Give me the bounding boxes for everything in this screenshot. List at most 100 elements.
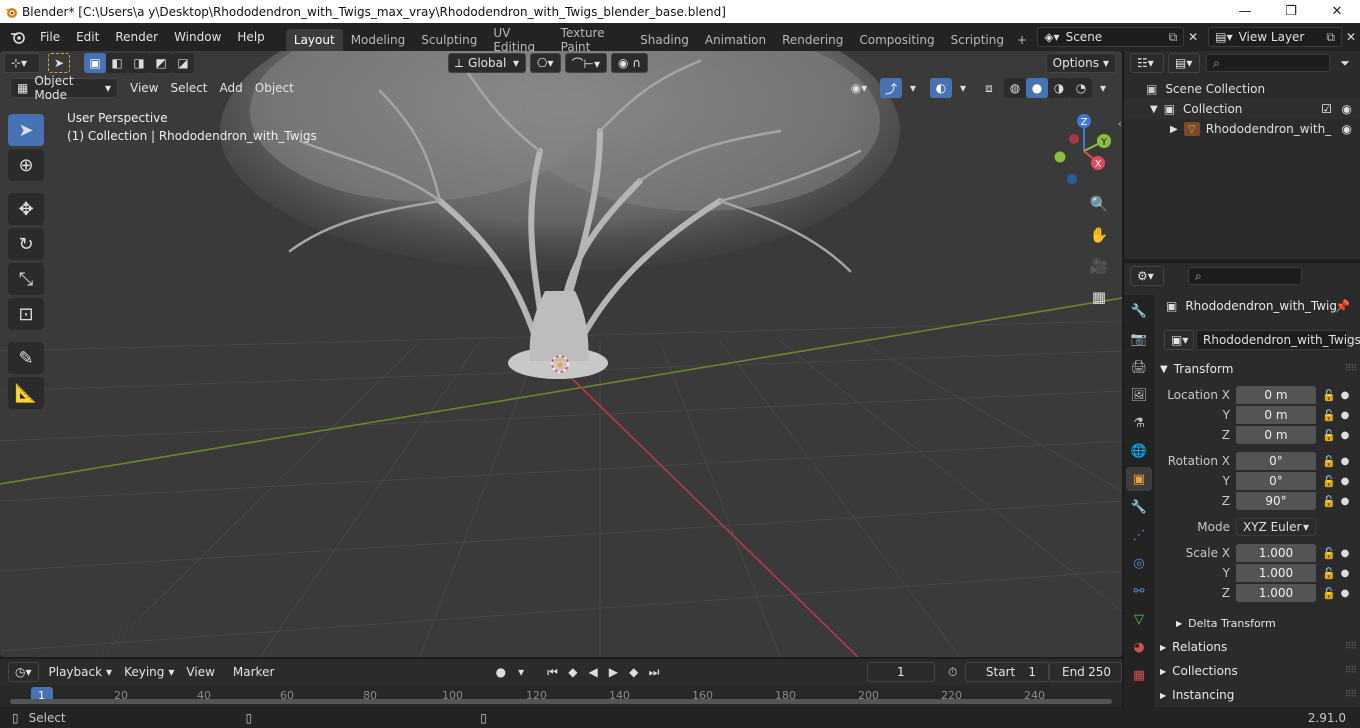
lock-icon[interactable]: 🔓	[1320, 455, 1338, 468]
maximize-button[interactable]: ❐	[1268, 0, 1314, 23]
lock-icon[interactable]: 🔓	[1320, 389, 1338, 402]
perspective-toggle-icon[interactable]: ▦	[1086, 284, 1112, 310]
timeline-menu-view[interactable]: View	[180, 662, 220, 682]
keyframe-dot-icon[interactable]: ●	[1338, 430, 1352, 441]
select-mode-difference-icon[interactable]: ◩	[150, 53, 172, 73]
play-reverse-icon[interactable]: ◀	[583, 662, 603, 682]
3d-viewport[interactable]: ⊹▾ ➤ ▣ ◧ ◨ ◩ ◪ ⟂ Global ▾ ⎔▾ ⌒⊢▾ ◉ ∩ Opt…	[0, 51, 1122, 657]
timeline-menu-marker[interactable]: Marker	[227, 662, 280, 682]
menu-render[interactable]: Render	[107, 23, 166, 51]
material-tab-icon[interactable]: ◕	[1126, 635, 1152, 659]
timeline-scrollbar[interactable]	[10, 699, 1112, 704]
pivot-point-dropdown[interactable]: ⎔▾	[530, 53, 561, 73]
particles-tab-icon[interactable]: ⋰	[1126, 523, 1152, 547]
display-mode-dropdown[interactable]: ▤▾	[1168, 53, 1200, 73]
timeline-ruler[interactable]: 1 20 40 60 80 100 120 140 160 180 200 22…	[0, 685, 1122, 707]
select-mode-subtract-icon[interactable]: ◨	[128, 53, 150, 73]
collapse-arrow-icon[interactable]: ▼	[1150, 104, 1158, 115]
select-mode-new-icon[interactable]: ▣	[84, 53, 106, 73]
delete-scene-icon[interactable]: ✕	[1184, 27, 1202, 47]
keyframe-dot-icon[interactable]: ●	[1338, 390, 1352, 401]
keyframe-dot-icon[interactable]: ●	[1338, 548, 1352, 559]
pin-icon[interactable]: 📌	[1335, 299, 1350, 313]
lock-icon[interactable]: 🔓	[1320, 567, 1338, 580]
object-mode-dropdown[interactable]: ▦ Object Mode ▾	[10, 74, 118, 102]
solid-shading-icon[interactable]: ●	[1026, 78, 1048, 98]
viewport-menu-view[interactable]: View	[124, 78, 164, 98]
constraints-tab-icon[interactable]: ⚯	[1126, 579, 1152, 603]
drag-handle-icon[interactable]: ⠿⠿	[1345, 642, 1357, 652]
close-button[interactable]: ✕	[1314, 0, 1360, 23]
delete-view-layer-icon[interactable]: ✕	[1342, 27, 1360, 47]
output-tab-icon[interactable]: 🖨	[1126, 355, 1152, 379]
keyframe-dot-icon[interactable]: ●	[1338, 588, 1352, 599]
expand-arrow-icon[interactable]: ▶	[1170, 124, 1178, 135]
scene-selector[interactable]: ◈▾ Scene ⧉	[1037, 27, 1185, 47]
transform-orientation-dropdown[interactable]: ⟂ Global ▾	[448, 53, 526, 73]
end-frame-field[interactable]: End 250	[1048, 662, 1123, 682]
tab-sculpting[interactable]: Sculpting	[413, 29, 485, 51]
texture-tab-icon[interactable]: ▦	[1126, 663, 1152, 687]
timeline-menu-keying[interactable]: Keying ▾	[118, 662, 180, 682]
material-preview-icon[interactable]: ◑	[1048, 78, 1070, 98]
jump-keyframe-forward-icon[interactable]: ◆	[624, 662, 644, 682]
overlay-dropdown-icon[interactable]: ▾	[952, 78, 974, 98]
render-tab-icon[interactable]: 📷	[1126, 327, 1152, 351]
pan-hand-icon[interactable]: ✋	[1086, 222, 1112, 248]
tab-texture-paint[interactable]: Texture Paint	[553, 26, 633, 54]
object-name-field[interactable]: Rhododendron_with_Twigs	[1196, 330, 1360, 350]
select-mode-extend-icon[interactable]: ◧	[106, 53, 128, 73]
add-workspace-button[interactable]: +	[1012, 29, 1032, 51]
view-layer-selector[interactable]: ▤▾ View Layer ⧉	[1208, 27, 1342, 47]
minimize-button[interactable]: —	[1222, 0, 1268, 23]
editor-type-button[interactable]: ⊹▾	[4, 53, 40, 73]
eye-icon[interactable]: ◉	[1342, 122, 1352, 136]
tool-tab-icon[interactable]: 🔧	[1126, 299, 1152, 323]
wireframe-shading-icon[interactable]: ◍	[1004, 78, 1026, 98]
tab-shading[interactable]: Shading	[632, 29, 697, 51]
scale-y-field[interactable]: 1.000	[1236, 564, 1316, 582]
keyframe-dot-icon[interactable]: ●	[1338, 410, 1352, 421]
world-tab-icon[interactable]: 🌐	[1126, 439, 1152, 463]
navigation-gizmo[interactable]: Z Y X	[1012, 111, 1122, 196]
physics-tab-icon[interactable]: ◎	[1126, 551, 1152, 575]
object-tab-icon[interactable]: ▣	[1126, 467, 1152, 491]
lock-icon[interactable]: 🔓	[1320, 409, 1338, 422]
rotation-z-field[interactable]: 90°	[1236, 492, 1316, 510]
tab-animation[interactable]: Animation	[697, 29, 774, 51]
relations-panel-header[interactable]: ▶ Relations ⠿⠿	[1156, 635, 1360, 659]
properties-editor-type-button[interactable]: ⚙▾	[1130, 266, 1164, 286]
stopwatch-icon[interactable]: ⏱	[943, 662, 963, 682]
drag-handle-icon[interactable]: ⠿⠿	[1345, 690, 1357, 700]
timeline-editor-type-button[interactable]: ◷▾	[8, 662, 39, 682]
select-tool-icon[interactable]: ➤	[48, 53, 70, 73]
menu-window[interactable]: Window	[166, 23, 229, 51]
drag-handle-icon[interactable]: ⠿⠿	[1345, 666, 1357, 676]
rotate-tool-icon[interactable]: ↻	[8, 228, 44, 260]
rotation-x-field[interactable]: 0°	[1236, 452, 1316, 470]
location-z-field[interactable]: 0 m	[1236, 426, 1316, 444]
viewport-menu-object[interactable]: Object	[249, 78, 300, 98]
rendered-shading-icon[interactable]: ◔	[1070, 78, 1092, 98]
cursor-tool-icon[interactable]: ⊕	[8, 149, 44, 181]
outliner-row-scene-collection[interactable]: ▣ Scene Collection	[1124, 79, 1360, 99]
view-layer-tab-icon[interactable]: 🖼	[1126, 383, 1152, 407]
outliner-editor-type-button[interactable]: ☷▾	[1130, 53, 1164, 73]
lock-icon[interactable]: 🔓	[1320, 429, 1338, 442]
lock-icon[interactable]: 🔓	[1320, 547, 1338, 560]
keyframe-dot-icon[interactable]: ●	[1338, 496, 1352, 507]
select-mode-intersect-icon[interactable]: ◪	[172, 53, 194, 73]
snap-toggle[interactable]: ⌒⊢▾	[564, 53, 607, 73]
timeline-menu-playback[interactable]: Playback ▾	[43, 662, 119, 682]
visibility-eye-icon[interactable]: ◉▾	[848, 78, 870, 98]
keyframe-dot-icon[interactable]: ●	[1338, 476, 1352, 487]
properties-search-input[interactable]: ⌕	[1188, 267, 1302, 285]
tab-modeling[interactable]: Modeling	[343, 29, 414, 51]
keyframe-dot-icon[interactable]: ●	[1338, 568, 1352, 579]
menu-edit[interactable]: Edit	[68, 23, 107, 51]
viewport-menu-select[interactable]: Select	[164, 78, 213, 98]
scale-tool-icon[interactable]: ⤡	[8, 263, 44, 295]
menu-help[interactable]: Help	[229, 23, 272, 51]
tab-scripting[interactable]: Scripting	[943, 29, 1012, 51]
location-x-field[interactable]: 0 m	[1236, 386, 1316, 404]
